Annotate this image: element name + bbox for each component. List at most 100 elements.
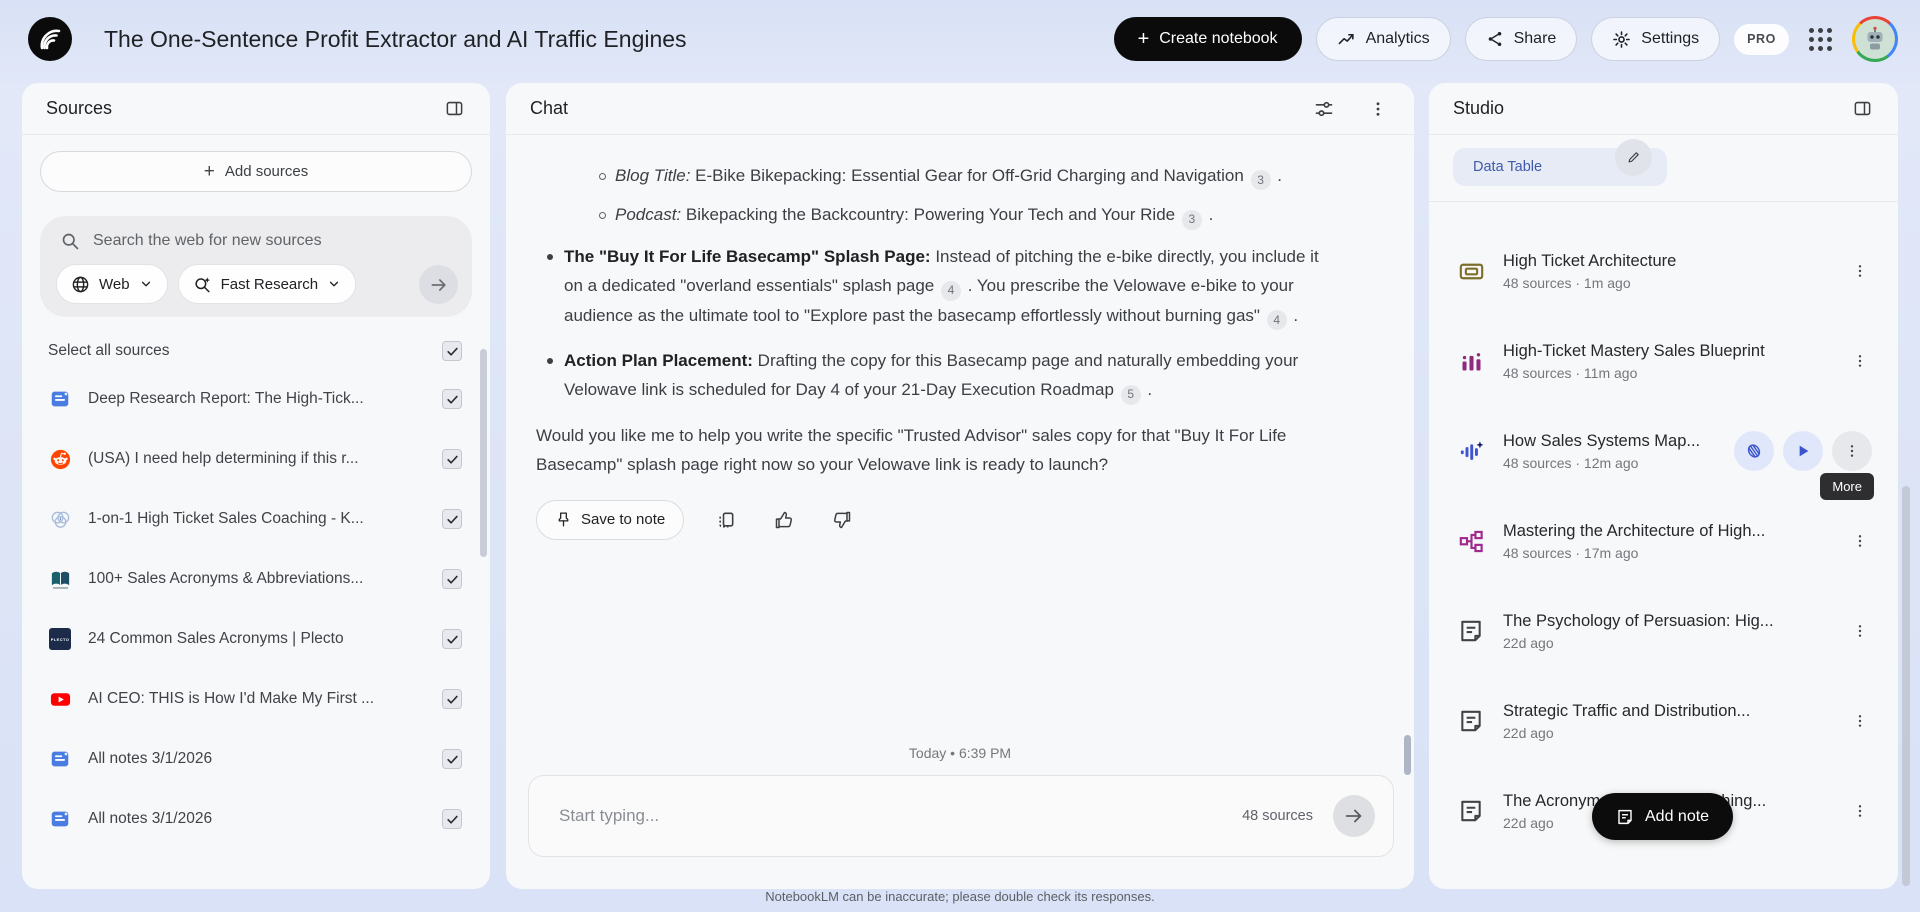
report-icon [1457, 797, 1485, 825]
studio-item-row[interactable]: The Content Creation Engine: Wee... [1429, 856, 1898, 889]
studio-item-title: The Psychology of Persuasion: Hig... [1503, 612, 1830, 631]
citation-chip[interactable]: 5 [1121, 385, 1141, 405]
studio-panel: Studio Data Table High Ticket Architectu… [1429, 83, 1898, 889]
source-checkbox[interactable] [442, 689, 462, 709]
chat-message-area[interactable]: Blog Title: E-Bike Bikepacking: Essentia… [506, 135, 1414, 721]
citation-chip[interactable]: 3 [1182, 210, 1202, 230]
item-more-menu-icon[interactable] [1848, 623, 1872, 639]
note-icon [1616, 808, 1634, 826]
source-checkbox[interactable] [442, 629, 462, 649]
studio-item-row[interactable]: High-Ticket Mastery Sales Blueprint 48 s… [1429, 316, 1898, 406]
item-more-menu-icon[interactable] [1848, 713, 1872, 729]
header-actions: + Create notebook Analytics Share [1114, 16, 1898, 62]
interactive-mode-button[interactable] [1734, 431, 1774, 471]
analytics-button[interactable]: Analytics [1316, 17, 1451, 61]
web-favicon-circles [48, 507, 72, 531]
sources-panel: Sources + Add sources Web [22, 83, 490, 889]
source-row[interactable]: PLECTO 24 Common Sales Acronyms | Plecto [22, 609, 490, 669]
mind-map-icon [1457, 527, 1485, 555]
collapse-studio-panel-icon[interactable] [1846, 93, 1878, 125]
chat-bullet: Action Plan Placement: Drafting the copy… [564, 346, 1336, 405]
studio-item-title: How Sales Systems Map... [1503, 432, 1716, 451]
web-filter-dropdown[interactable]: Web [56, 264, 168, 304]
citation-chip[interactable]: 4 [941, 281, 961, 301]
thumbs-up-icon[interactable] [768, 504, 800, 536]
item-more-menu-icon[interactable] [1848, 263, 1872, 279]
disclaimer-text: NotebookLM can be inaccurate; please dou… [0, 889, 1920, 904]
source-row[interactable]: Deep Research Report: The High-Tick... [22, 369, 490, 429]
source-checkbox[interactable] [442, 449, 462, 469]
thumbs-down-icon[interactable] [826, 504, 858, 536]
studio-item-meta: 48 sources · 11m ago [1503, 365, 1830, 381]
page-scrollbar[interactable] [1902, 486, 1910, 886]
save-to-note-button[interactable]: Save to note [536, 500, 684, 540]
pushpin-icon [555, 511, 572, 528]
notebooklm-logo-icon[interactable] [28, 17, 72, 61]
source-row[interactable]: 1-on-1 High Ticket Sales Coaching - K... [22, 489, 490, 549]
source-row[interactable]: All notes 3/1/2026 [22, 789, 490, 849]
notebook-doc-icon [48, 747, 72, 771]
studio-item-title: Strategic Traffic and Distribution... [1503, 702, 1830, 721]
source-row[interactable]: (USA) I need help determining if this r.… [22, 429, 490, 489]
source-row[interactable]: All notes 3/1/2026 [22, 729, 490, 789]
chat-scrollbar[interactable] [1404, 735, 1411, 775]
sources-scrollbar[interactable] [480, 349, 487, 557]
source-checkbox[interactable] [442, 569, 462, 589]
item-more-menu-icon[interactable] [1848, 803, 1872, 819]
chat-response-actions: Save to note [536, 500, 1336, 540]
copy-response-icon[interactable] [710, 504, 742, 536]
web-search-input[interactable] [93, 232, 423, 250]
play-audio-button[interactable] [1783, 431, 1823, 471]
studio-item-row[interactable]: High Ticket Architecture 48 sources · 1m… [1429, 226, 1898, 316]
citation-chip[interactable]: 4 [1267, 310, 1287, 330]
add-note-button[interactable]: Add note [1592, 793, 1733, 840]
studio-item-meta: 48 sources · 1m ago [1503, 275, 1830, 291]
select-all-checkbox[interactable] [442, 341, 462, 361]
sources-list: Deep Research Report: The High-Tick... (… [22, 369, 490, 849]
chat-sub-bullet-list: Blog Title: E-Bike Bikepacking: Essentia… [536, 161, 1336, 230]
studio-items-list: High Ticket Architecture 48 sources · 1m… [1429, 202, 1898, 889]
source-checkbox[interactable] [442, 809, 462, 829]
gear-icon [1612, 30, 1631, 49]
collapse-sources-panel-icon[interactable] [438, 93, 470, 125]
select-all-label: Select all sources [48, 342, 169, 360]
chat-more-menu-icon[interactable] [1362, 93, 1394, 125]
chat-panel-header: Chat [506, 83, 1414, 135]
citation-chip[interactable]: 3 [1251, 170, 1271, 190]
create-notebook-button[interactable]: + Create notebook [1114, 17, 1302, 61]
sources-panel-title: Sources [46, 98, 112, 119]
studio-item-row[interactable]: The Psychology of Persuasion: Hig... 22d… [1429, 586, 1898, 676]
studio-item-meta: 48 sources · 12m ago [1503, 455, 1716, 471]
send-message-button[interactable] [1333, 795, 1375, 837]
share-button[interactable]: Share [1465, 17, 1578, 61]
add-sources-button[interactable]: + Add sources [40, 151, 472, 192]
studio-item-row[interactable]: Strategic Traffic and Distribution... 22… [1429, 676, 1898, 766]
submit-search-button[interactable] [419, 265, 458, 304]
research-mode-dropdown[interactable]: Fast Research [178, 264, 357, 304]
source-row[interactable]: 100+ Sales Acronyms & Abbreviations... [22, 549, 490, 609]
source-checkbox[interactable] [442, 389, 462, 409]
notebook-title[interactable]: The One-Sentence Profit Extractor and AI… [104, 26, 1114, 53]
notebook-doc-icon [48, 387, 72, 411]
chat-closing-paragraph: Would you like me to help you write the … [536, 421, 1336, 480]
source-row[interactable]: AI CEO: THIS is How I'd Make My First ..… [22, 669, 490, 729]
chat-text-input[interactable] [559, 806, 1242, 826]
sources-count-label: 48 sources [1242, 808, 1313, 824]
account-avatar[interactable] [1852, 16, 1898, 62]
plus-icon: + [204, 161, 215, 183]
audio-more-menu-icon[interactable] [1832, 431, 1872, 471]
item-more-menu-icon[interactable] [1848, 353, 1872, 369]
google-apps-grid-icon[interactable] [1803, 22, 1838, 57]
studio-item-row[interactable]: Mastering the Architecture of High... 48… [1429, 496, 1898, 586]
chat-sub-bullet: Blog Title: E-Bike Bikepacking: Essentia… [615, 161, 1336, 190]
trending-up-icon [1337, 30, 1356, 49]
plecto-favicon: PLECTO [48, 627, 72, 651]
source-checkbox[interactable] [442, 749, 462, 769]
globe-icon [71, 275, 90, 294]
item-more-menu-icon[interactable] [1848, 533, 1872, 549]
chat-settings-tune-icon[interactable] [1308, 93, 1340, 125]
edit-chip-button[interactable] [1615, 139, 1652, 176]
settings-button[interactable]: Settings [1591, 17, 1720, 61]
source-checkbox[interactable] [442, 509, 462, 529]
audio-actions [1734, 431, 1872, 471]
